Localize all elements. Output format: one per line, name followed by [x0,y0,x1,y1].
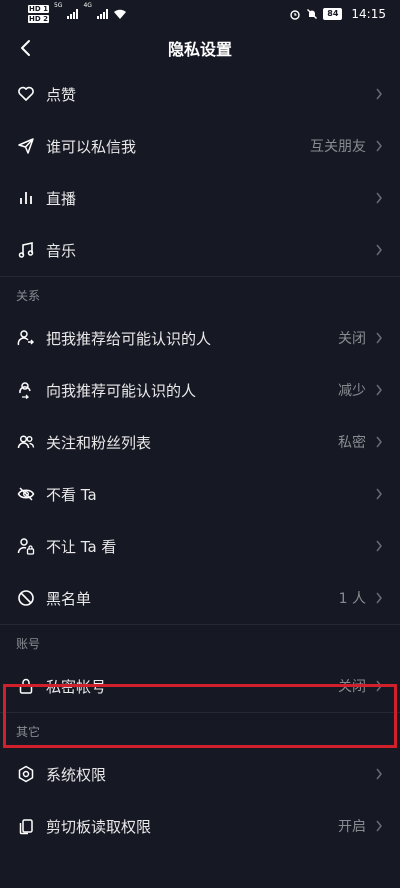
chevron-right-icon [374,679,384,693]
lock-icon [16,676,36,696]
network-type-1: 5G [53,2,63,9]
row-label: 关注和粉丝列表 [46,433,152,452]
settings-group-relation: 把我推荐给可能认识的人 关闭 向我推荐可能认识的人 减少 关注和粉丝列表 私密 … [0,312,400,624]
row-label: 私密帐号 [46,677,107,696]
row-likes[interactable]: 点赞 [0,68,400,120]
chevron-left-icon [21,40,30,56]
row-label: 不让 Ta 看 [46,537,117,556]
chevron-right-icon [374,487,384,501]
live-bars-icon [16,188,36,208]
row-dont-see-them[interactable]: 不看 Ta [0,468,400,520]
row-label: 向我推荐可能认识的人 [46,381,197,400]
hd-indicator: HD 1 HD 2 [28,4,49,24]
eye-off-icon [16,484,36,504]
back-button[interactable] [14,37,36,59]
chevron-right-icon [374,767,384,781]
wifi-icon [113,9,126,19]
status-right: 84 14:15 [289,7,386,21]
row-label: 把我推荐给可能认识的人 [46,329,212,348]
row-value: 私密 [338,435,366,451]
users-icon [16,432,36,452]
row-label: 系统权限 [46,765,107,784]
row-dont-let-them-see[interactable]: 不让 Ta 看 [0,520,400,572]
settings-group-account: 私密帐号 关闭 [0,660,400,712]
network-type-2: 4G [83,2,92,9]
clipboard-icon [16,816,36,836]
mute-bell-icon [307,9,318,19]
alarm-icon [290,10,300,20]
block-icon [16,588,36,608]
row-recommend-me[interactable]: 把我推荐给可能认识的人 关闭 [0,312,400,364]
user-recommend-icon [16,380,36,400]
section-header-account: 账号 [0,624,400,660]
row-label: 音乐 [46,241,77,260]
chevron-right-icon [374,435,384,449]
status-left: HD 1 HD 2 5G 4G [28,2,127,24]
row-value: 关闭 [338,331,366,347]
chevron-right-icon [374,191,384,205]
row-who-can-message[interactable]: 谁可以私信我 互关朋友 [0,120,400,172]
row-value: 1 人 [338,591,366,607]
status-bar: HD 1 HD 2 5G 4G 84 14:15 [0,0,400,28]
signal-icon-2 [96,9,108,19]
signal-icon [67,9,79,19]
section-header-relation: 关系 [0,276,400,312]
user-share-icon [16,328,36,348]
chevron-right-icon [374,383,384,397]
heart-icon [16,84,36,104]
row-label: 剪切板读取权限 [46,817,152,836]
row-label: 谁可以私信我 [46,137,137,156]
music-note-icon [16,240,36,260]
section-header-other: 其它 [0,712,400,748]
nav-bar: 隐私设置 [0,28,400,68]
row-follow-fans-list[interactable]: 关注和粉丝列表 私密 [0,416,400,468]
clock: 14:15 [351,7,386,21]
row-label: 点赞 [46,85,77,104]
row-recommend-to-me[interactable]: 向我推荐可能认识的人 减少 [0,364,400,416]
row-label: 不看 Ta [46,485,97,504]
user-lock-icon [16,536,36,556]
settings-group-other: 系统权限 剪切板读取权限 开启 [0,748,400,852]
hd2-badge: HD 2 [28,15,49,23]
chevron-right-icon [374,139,384,153]
chevron-right-icon [374,819,384,833]
send-icon [16,136,36,156]
row-system-permissions[interactable]: 系统权限 [0,748,400,800]
row-label: 黑名单 [46,589,92,608]
chevron-right-icon [374,243,384,257]
settings-group-top: 点赞 谁可以私信我 互关朋友 直播 音乐 [0,68,400,276]
row-blacklist[interactable]: 黑名单 1 人 [0,572,400,624]
battery-indicator: 84 [323,8,343,20]
row-value: 互关朋友 [310,139,366,155]
chevron-right-icon [374,87,384,101]
page-title: 隐私设置 [167,40,232,59]
row-label: 直播 [46,189,77,208]
row-clipboard-permission[interactable]: 剪切板读取权限 开启 [0,800,400,852]
row-music[interactable]: 音乐 [0,224,400,276]
row-value: 关闭 [338,679,366,695]
row-value: 减少 [338,383,366,399]
hexagon-settings-icon [16,764,36,784]
chevron-right-icon [374,591,384,605]
chevron-right-icon [374,331,384,345]
row-live[interactable]: 直播 [0,172,400,224]
chevron-right-icon [374,539,384,553]
hd1-badge: HD 1 [28,5,49,13]
row-private-account[interactable]: 私密帐号 关闭 [0,660,400,712]
row-value: 开启 [338,819,366,835]
